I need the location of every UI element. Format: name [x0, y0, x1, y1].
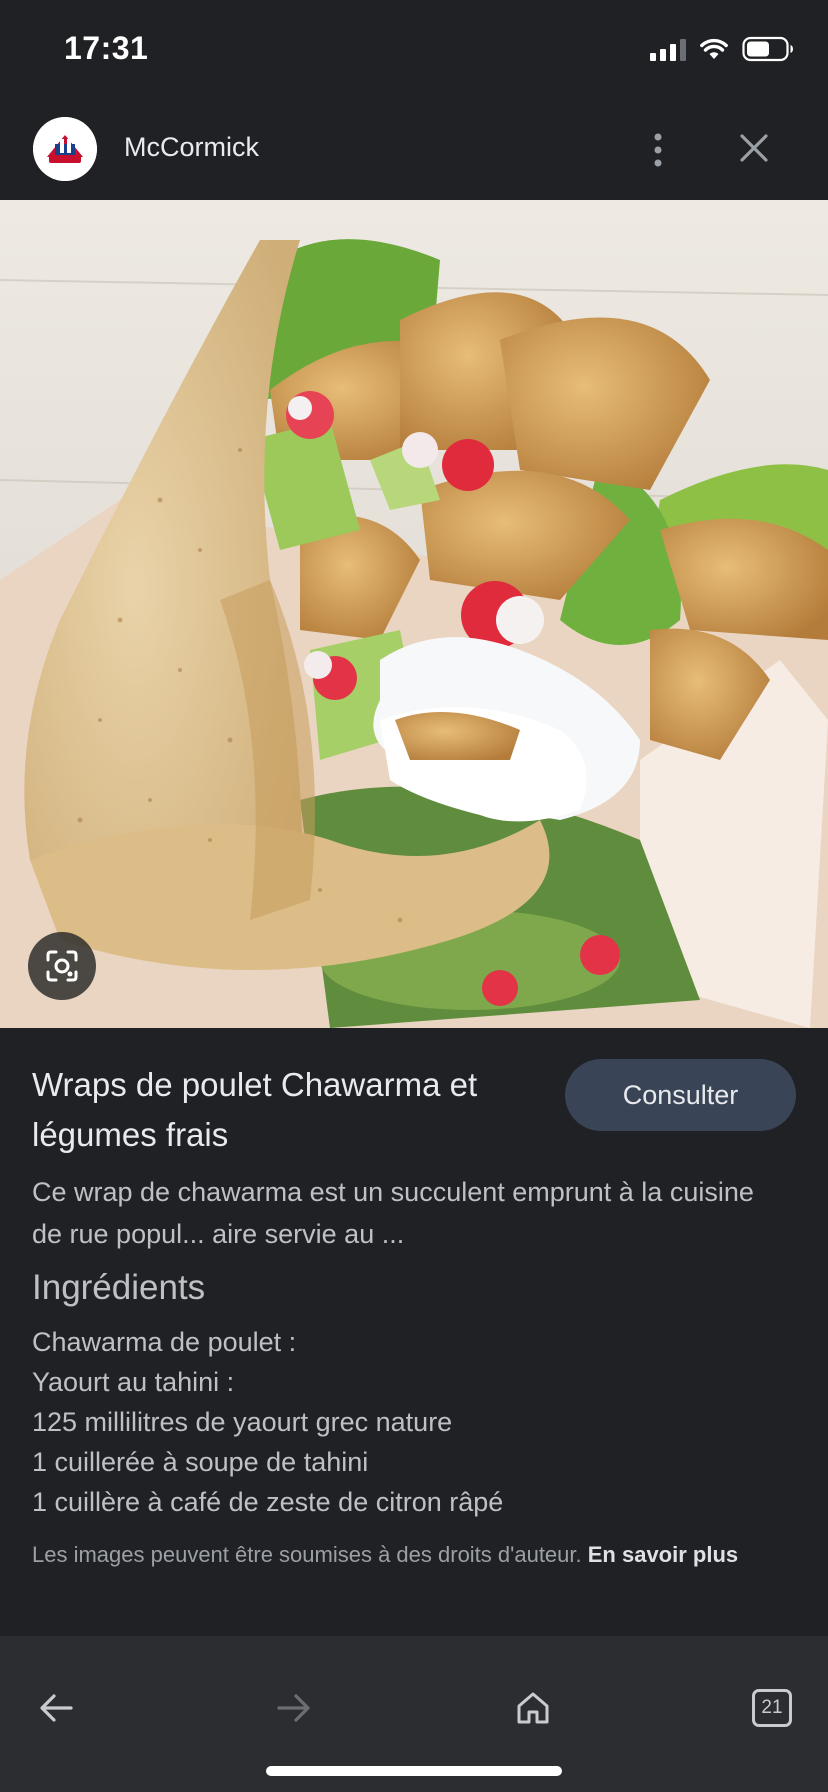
recipe-title[interactable]: Wraps de poulet Chawarma et légumes frai… [32, 1060, 552, 1160]
battery-icon [742, 36, 793, 62]
home-indicator[interactable] [266, 1766, 562, 1776]
list-item: Chawarma de poulet : [32, 1327, 297, 1357]
source-header: McCormick [0, 100, 828, 200]
close-button[interactable] [730, 122, 778, 174]
status-bar: 17:31 [0, 0, 828, 100]
ingredients-heading: Ingrédients [32, 1268, 206, 1307]
tabs-icon: 21 [752, 1689, 792, 1727]
forward-button[interactable] [262, 1676, 326, 1740]
copyright-text: Les images peuvent être soumises à des d… [32, 1542, 582, 1567]
recipe-description: Ce wrap de chawarma est un succulent emp… [32, 1177, 754, 1249]
google-lens-button[interactable] [28, 932, 96, 1000]
more-vert-icon [654, 133, 662, 167]
list-item: 125 millilitres de yaourt grec nature [32, 1407, 453, 1437]
learn-more-link[interactable]: En savoir plus [588, 1542, 738, 1567]
back-arrow-icon [40, 1694, 73, 1722]
forward-arrow-icon [277, 1694, 310, 1722]
google-lens-icon [46, 950, 78, 982]
wifi-icon [700, 38, 728, 59]
list-item: 1 cuillerée à soupe de tahini [32, 1447, 369, 1477]
status-time: 17:31 [64, 30, 149, 66]
list-item: 1 cuillère à café de zeste de citron râp… [32, 1487, 504, 1517]
home-button[interactable] [501, 1676, 565, 1740]
home-icon [517, 1692, 549, 1724]
recipe-image[interactable] [0, 200, 828, 1028]
ingredients-list: Chawarma de poulet : Yaourt au tahini : … [32, 1322, 503, 1522]
close-icon [740, 134, 768, 162]
list-item: Yaourt au tahini : [32, 1367, 235, 1397]
mccormick-logo[interactable] [33, 117, 97, 181]
status-icons [650, 36, 794, 62]
copyright-notice: Les images peuvent être soumises à des d… [32, 1539, 802, 1571]
back-button[interactable] [24, 1676, 88, 1740]
consult-button[interactable]: Consulter [565, 1059, 796, 1131]
site-name[interactable]: McCormick [124, 132, 259, 163]
cellular-signal-icon [650, 37, 686, 61]
more-options-button[interactable] [638, 124, 678, 176]
tabs-button[interactable]: 21 [740, 1676, 804, 1740]
